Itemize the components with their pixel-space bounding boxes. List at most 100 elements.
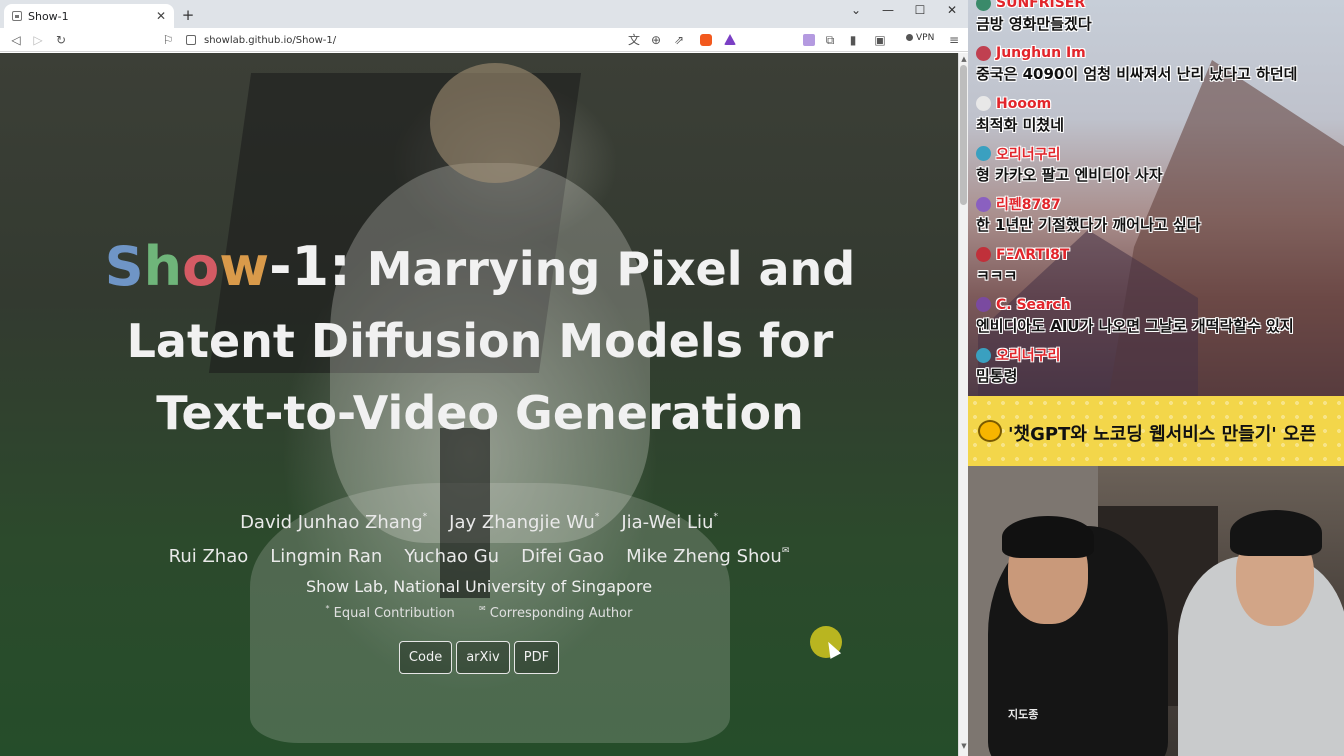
brand-letter: -1: — [269, 235, 351, 298]
author-name-text: Yuchao Gu — [404, 546, 500, 567]
minimize-icon[interactable]: — — [878, 3, 898, 17]
author-name[interactable]: Difei Gao — [521, 542, 604, 571]
equal-contribution-mark: * — [325, 604, 330, 613]
tab-show-1[interactable]: Show-1 ✕ — [4, 4, 174, 28]
chat-username: FΞΛRTI8T — [996, 246, 1070, 263]
bookmark-icon[interactable]: ⚐ — [160, 31, 176, 49]
chat-username: SUNFRISER — [996, 0, 1086, 11]
zoom-icon[interactable]: ⊕ — [648, 31, 664, 49]
author-name-text: Rui Zhao — [168, 546, 249, 567]
chat-message: 오리너구리밈통령 — [976, 345, 1342, 387]
sidebar-icon[interactable]: ▮ — [845, 31, 861, 49]
page-content: Show-1: Marrying Pixel and Latent Diffus… — [0, 53, 958, 756]
paper-title: Show-1: Marrying Pixel and Latent Diffus… — [60, 231, 900, 449]
pdf-button[interactable]: PDF — [513, 641, 560, 674]
new-tab-button[interactable]: + — [180, 6, 196, 24]
chat-message: FΞΛRTI8T ㅋㅋㅋ — [976, 245, 1342, 287]
chat-username-row: 오리너구리 — [976, 345, 1342, 365]
user-avatar-icon — [976, 0, 991, 11]
wallet-icon[interactable]: ▣ — [872, 31, 888, 49]
reload-icon[interactable]: ↻ — [53, 31, 69, 49]
maximize-icon[interactable]: ☐ — [910, 3, 930, 17]
chat-message-text: 엔비디아도 AIU가 나오면 그날로 개떡락할수 있지 — [976, 316, 1294, 335]
author-name[interactable]: Yuchao Gu — [404, 542, 499, 571]
live-chat-overlay: SUNFRISER 금방 영화만들겠다 Junghun Im 중국은 4090이 엄청… — [968, 0, 1344, 396]
user-avatar-icon — [976, 45, 991, 61]
scroll-up-icon[interactable]: ▲ — [960, 55, 968, 63]
promo-banner: '챗GPT와 노코딩 웹서비스 만들기' 오픈 — [968, 396, 1344, 466]
shirt-logo-text: 지도종 — [1008, 708, 1039, 721]
chat-message: 리펜8787 한 1년만 기절했다가 깨어나고 싶다 — [976, 194, 1342, 236]
note-equal-contribution: * Equal Contribution — [325, 604, 455, 621]
chevron-down-icon[interactable]: ⌄ — [846, 3, 866, 17]
webcam-feed: 지도종 — [968, 466, 1344, 756]
site-info-icon[interactable] — [186, 35, 196, 45]
mail-icon: ✉ — [781, 546, 790, 556]
author-name-text: Jay Zhangjie Wu — [449, 512, 595, 533]
author-name[interactable]: Mike Zheng Shou✉ — [626, 537, 789, 571]
author-name-text: Lingmin Ran — [270, 546, 383, 567]
brand-letter: w — [219, 235, 270, 298]
forward-icon[interactable]: ▷ — [30, 31, 46, 49]
chat-message-text: 금방 영화만들겠다 — [976, 15, 1092, 33]
author-row-2: Rui Zhao Lingmin Ran Yuchao Gu Difei Gao Mik… — [0, 537, 958, 571]
chat-message-text: 최적화 미쳤네 — [976, 115, 1065, 134]
author-name[interactable]: Jia-Wei Liu* — [621, 503, 718, 537]
page-scrollbar[interactable]: ▲ ▼ — [958, 53, 968, 756]
chat-message-text: 밈통령 — [976, 367, 1018, 386]
brave-rewards-icon[interactable] — [724, 34, 736, 45]
back-icon[interactable]: ◁ — [8, 31, 24, 49]
chat-username-row: FΞΛRTI8T — [976, 245, 1342, 265]
note-corresponding-author: ✉ Corresponding Author — [478, 604, 633, 621]
vpn-button[interactable]: VPN — [906, 33, 934, 43]
tab-bar: Show-1 ✕ + ⌄ — ☐ ✕ — [0, 0, 968, 28]
code-button[interactable]: Code — [398, 641, 453, 674]
scroll-down-icon[interactable]: ▼ — [960, 742, 968, 750]
chat-message-text: 형 카카오 팔고 엔비디아 사자 — [976, 165, 1163, 184]
share-icon[interactable]: ⇗ — [671, 31, 687, 49]
brave-shield-icon[interactable] — [700, 34, 712, 46]
page-favicon-icon — [12, 11, 22, 21]
brand-letter: h — [143, 235, 183, 298]
chat-message: SUNFRISER 금방 영화만들겠다 — [976, 0, 1342, 35]
chat-username: C. Search — [996, 296, 1071, 313]
arxiv-button[interactable]: arXiv — [456, 641, 510, 674]
scrollbar-thumb[interactable] — [960, 65, 967, 205]
author-name[interactable]: Rui Zhao — [169, 542, 249, 571]
chat-message: C. Search 엔비디아도 AIU가 나오면 그날로 개떡락할수 있지 — [976, 295, 1342, 337]
chat-username-row: C. Search — [976, 295, 1342, 315]
extension-icon[interactable] — [803, 34, 815, 46]
user-avatar-icon — [976, 146, 991, 162]
chat-username-row: 리펜8787 — [976, 194, 1342, 214]
menu-icon[interactable]: ≡ — [946, 31, 962, 49]
note-corr-text: Corresponding Author — [489, 606, 633, 621]
chick-icon — [978, 420, 1002, 442]
translate-icon[interactable]: 文 — [626, 31, 642, 49]
author-name-text: Mike Zheng Shou — [626, 546, 782, 567]
author-name[interactable]: David Junhao Zhang* — [240, 503, 427, 537]
chat-username-row: Hooom — [976, 94, 1342, 114]
user-avatar-icon — [976, 96, 991, 112]
brand-letter: S — [104, 235, 144, 298]
puzzle-icon[interactable]: ⧉ — [822, 31, 838, 49]
tab-title: Show-1 — [28, 9, 69, 23]
author-name-text: Difei Gao — [521, 546, 605, 567]
close-window-icon[interactable]: ✕ — [942, 3, 962, 17]
user-avatar-icon — [976, 247, 991, 262]
chat-username: Junghun Im — [996, 45, 1086, 62]
mail-icon: ✉ — [478, 604, 486, 613]
author-name-text: Jia-Wei Liu — [621, 512, 714, 533]
brand-letter: o — [182, 235, 220, 298]
chat-username-row: 오리너구리 — [976, 144, 1342, 164]
browser-window: Show-1 ✕ + ⌄ — ☐ ✕ ◁ ▷ ↻ ⚐ showlab.githu… — [0, 0, 968, 756]
chat-message-text: ㅋㅋㅋ — [976, 266, 1018, 285]
chat-username: 오리너구리 — [996, 146, 1061, 163]
chat-message: Hooom 최적화 미쳤네 — [976, 94, 1342, 136]
host-left-hair — [1002, 516, 1094, 558]
close-tab-icon[interactable]: ✕ — [156, 9, 166, 23]
user-avatar-icon — [976, 196, 991, 212]
author-name[interactable]: Jay Zhangjie Wu* — [449, 503, 599, 537]
author-name[interactable]: Lingmin Ran — [270, 542, 382, 571]
affiliation: Show Lab, National University of Singapo… — [305, 577, 653, 596]
user-avatar-icon — [976, 297, 991, 313]
